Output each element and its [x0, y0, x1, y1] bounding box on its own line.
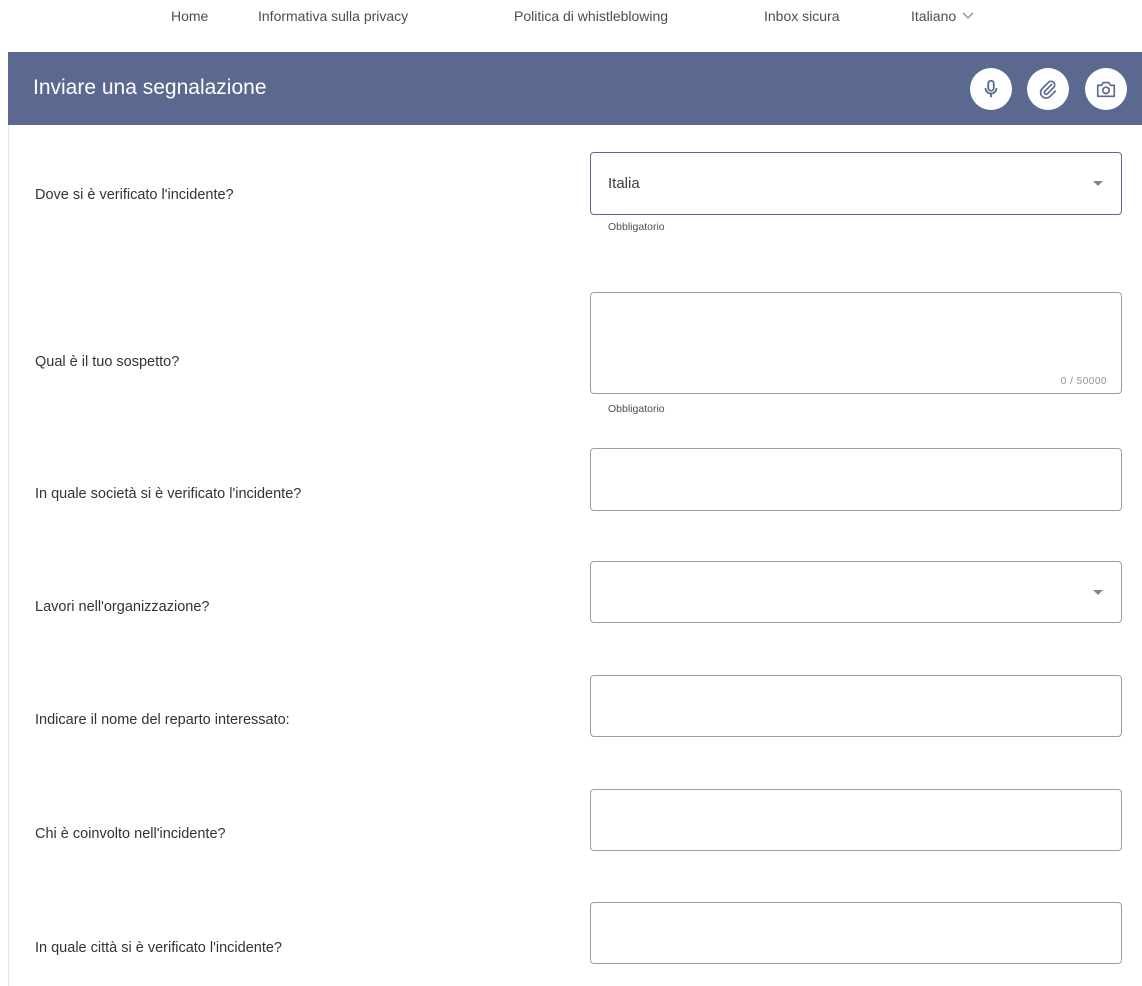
location-select-value: Italia: [608, 175, 640, 192]
nav-home[interactable]: Home: [171, 8, 208, 24]
caret-down-icon: [1093, 181, 1103, 186]
page-title: Inviare una segnalazione: [33, 76, 267, 99]
caret-down-icon: [1093, 590, 1103, 595]
department-input[interactable]: [590, 675, 1122, 737]
required-hint-location: Obbligatorio: [608, 221, 665, 233]
question-label-location: Dove si è verificato l'incidente?: [35, 187, 234, 203]
question-label-employee: Lavori nell'organizzazione?: [35, 599, 210, 615]
question-label-department: Indicare il nome del reparto interessato…: [35, 712, 290, 728]
question-label-suspicion: Qual è il tuo sospetto?: [35, 354, 180, 370]
attach-file-button[interactable]: [1027, 68, 1069, 110]
nav-privacy-policy[interactable]: Informativa sulla privacy: [258, 8, 408, 24]
required-hint-suspicion: Obbligatorio: [608, 403, 665, 415]
chevron-down-icon: [962, 12, 974, 19]
question-label-company: In quale società si è verificato l'incid…: [35, 486, 302, 502]
language-selector[interactable]: Italiano: [911, 8, 974, 24]
camera-icon: [1096, 81, 1116, 98]
language-label: Italiano: [911, 8, 957, 24]
location-select[interactable]: Italia: [590, 152, 1122, 215]
suspicion-textarea[interactable]: 0 / 50000: [590, 292, 1122, 394]
nav-whistleblowing-policy[interactable]: Politica di whistleblowing: [514, 8, 668, 24]
take-photo-button[interactable]: [1085, 68, 1127, 110]
company-input[interactable]: [590, 448, 1122, 511]
city-input[interactable]: [590, 902, 1122, 964]
report-header: Inviare una segnalazione: [8, 52, 1142, 125]
top-navigation: Home Informativa sulla privacy Politica …: [0, 0, 1142, 38]
record-audio-button[interactable]: [970, 68, 1012, 110]
involved-input[interactable]: [590, 789, 1122, 851]
content-left-border: [8, 52, 9, 986]
paperclip-icon: [1039, 80, 1057, 99]
report-page: Home Informativa sulla privacy Politica …: [0, 0, 1142, 986]
microphone-icon: [984, 79, 998, 98]
nav-secure-inbox[interactable]: Inbox sicura: [764, 8, 839, 24]
question-label-involved: Chi è coinvolto nell'incidente?: [35, 826, 226, 842]
question-label-city: In quale città si è verificato l'inciden…: [35, 940, 282, 956]
employee-select[interactable]: [590, 561, 1122, 623]
character-counter: 0 / 50000: [1060, 376, 1107, 387]
